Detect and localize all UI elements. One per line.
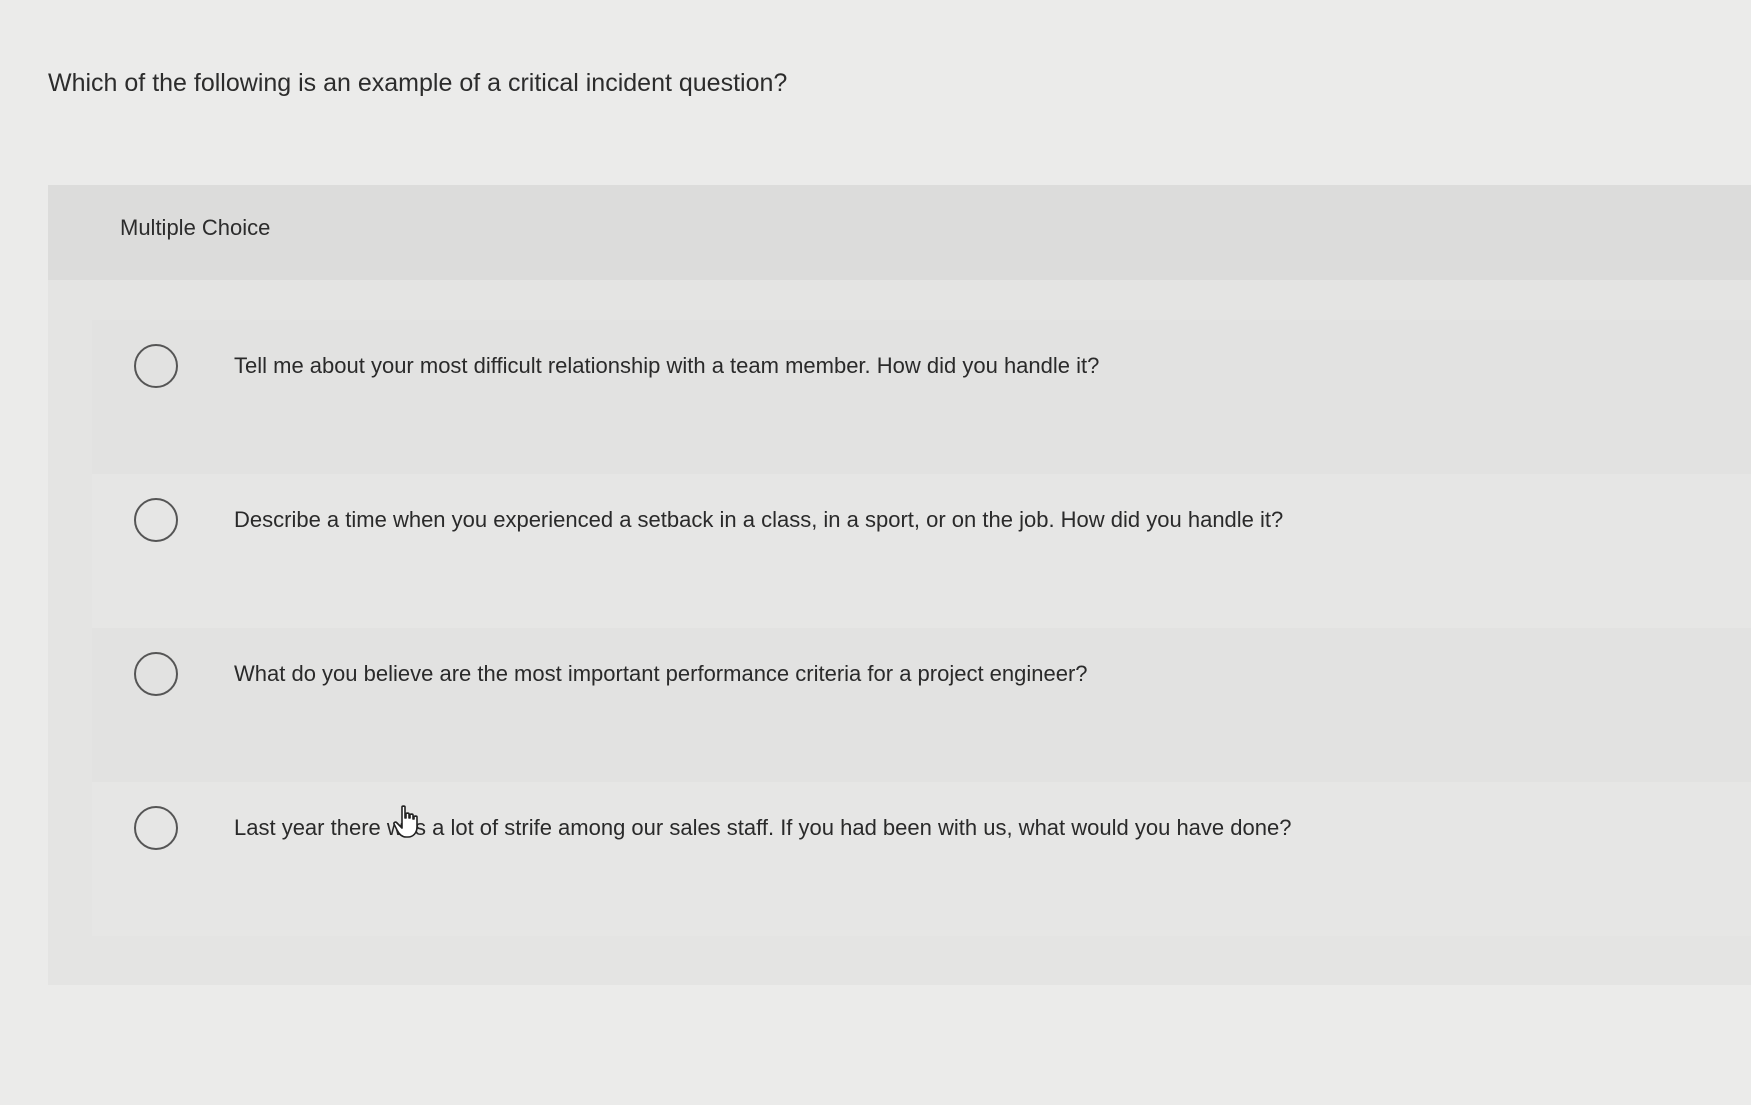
answer-option-4[interactable]: Last year there was a lot of strife amon…	[92, 782, 1751, 936]
answer-option-2[interactable]: Describe a time when you experienced a s…	[92, 474, 1751, 628]
question-type-label: Multiple Choice	[120, 215, 271, 240]
question-text: Which of the following is an example of …	[48, 69, 788, 97]
panel-header: Multiple Choice	[48, 185, 1751, 280]
hand-pointer-icon	[393, 805, 418, 838]
radio-unchecked-icon[interactable]	[134, 652, 178, 696]
radio-unchecked-icon[interactable]	[134, 344, 178, 388]
answer-option-text[interactable]: What do you believe are the most importa…	[234, 661, 1088, 687]
answer-option-3[interactable]: What do you believe are the most importa…	[92, 628, 1751, 782]
answer-options: Tell me about your most difficult relati…	[92, 320, 1751, 936]
radio-unchecked-icon[interactable]	[134, 498, 178, 542]
radio-unchecked-icon[interactable]	[134, 806, 178, 850]
answer-option-text[interactable]: Tell me about your most difficult relati…	[234, 353, 1099, 379]
answer-option-1[interactable]: Tell me about your most difficult relati…	[92, 320, 1751, 474]
answer-option-text[interactable]: Describe a time when you experienced a s…	[234, 507, 1283, 533]
multiple-choice-panel: Multiple Choice Tell me about your most …	[48, 185, 1751, 985]
